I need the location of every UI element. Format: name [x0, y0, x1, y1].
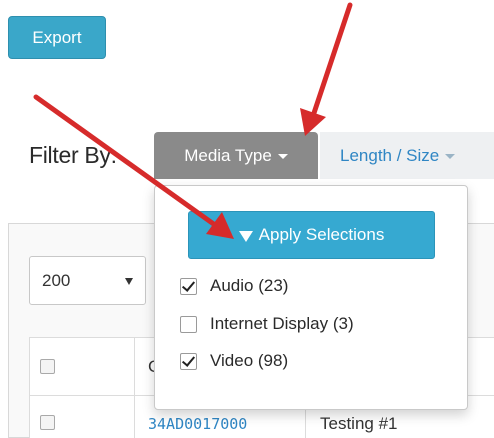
filter-icon	[238, 231, 253, 242]
record-title: Testing #1	[320, 414, 398, 433]
table-column-divider	[134, 337, 135, 438]
export-button[interactable]: Export	[8, 16, 106, 59]
media-type-filter-button[interactable]: Media Type	[154, 132, 318, 179]
video-checkbox[interactable]	[180, 353, 197, 370]
audio-checkbox[interactable]	[180, 278, 197, 295]
internet-display-checkbox[interactable]	[180, 316, 197, 333]
length-size-label: Length / Size	[340, 146, 440, 165]
select-all-checkbox[interactable]	[40, 359, 55, 374]
annotation-arrow-to-media-type	[300, 2, 353, 136]
media-type-label: Media Type	[184, 146, 272, 165]
page-size-value: 200	[42, 271, 71, 290]
length-size-filter-button[interactable]: Length / Size	[320, 132, 494, 179]
option-label: Audio (23)	[210, 276, 289, 295]
row-checkbox[interactable]	[40, 415, 55, 430]
option-label: Video (98)	[210, 351, 289, 370]
option-label: Internet Display (3)	[210, 314, 354, 333]
caret-down-icon	[445, 154, 456, 160]
apply-selections-label: Apply Selections	[258, 225, 385, 244]
select-caret-icon	[125, 278, 133, 285]
filter-by-label: Filter By:	[29, 142, 117, 168]
caret-down-icon	[277, 154, 288, 160]
page-size-select[interactable]: 200	[29, 256, 146, 305]
apply-selections-button[interactable]: Apply Selections	[188, 211, 435, 259]
record-id-link[interactable]: 34AD0017000	[148, 415, 247, 433]
